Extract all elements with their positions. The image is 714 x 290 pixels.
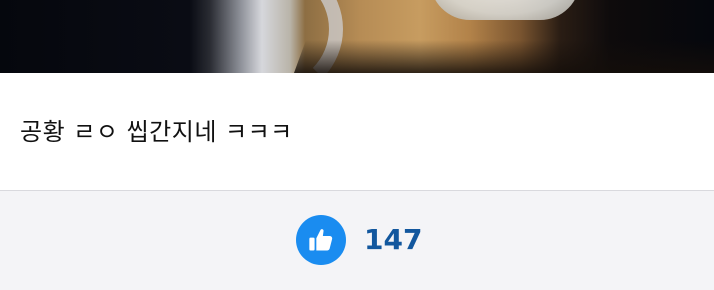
like-count: 147 bbox=[364, 223, 423, 256]
thumbnail-image-detail bbox=[293, 40, 714, 73]
comment-card: 공황 ㄹㅇ 씹간지네 ㅋㅋㅋ 147 bbox=[0, 0, 714, 290]
video-thumbnail[interactable] bbox=[0, 0, 714, 73]
reaction-bar: 147 bbox=[0, 191, 714, 290]
comment-text: 공황 ㄹㅇ 씹간지네 ㅋㅋㅋ bbox=[20, 118, 293, 146]
comment-body: 공황 ㄹㅇ 씹간지네 ㅋㅋㅋ bbox=[0, 73, 714, 190]
thumbs-up-icon bbox=[307, 226, 335, 254]
like-button[interactable] bbox=[296, 215, 346, 265]
